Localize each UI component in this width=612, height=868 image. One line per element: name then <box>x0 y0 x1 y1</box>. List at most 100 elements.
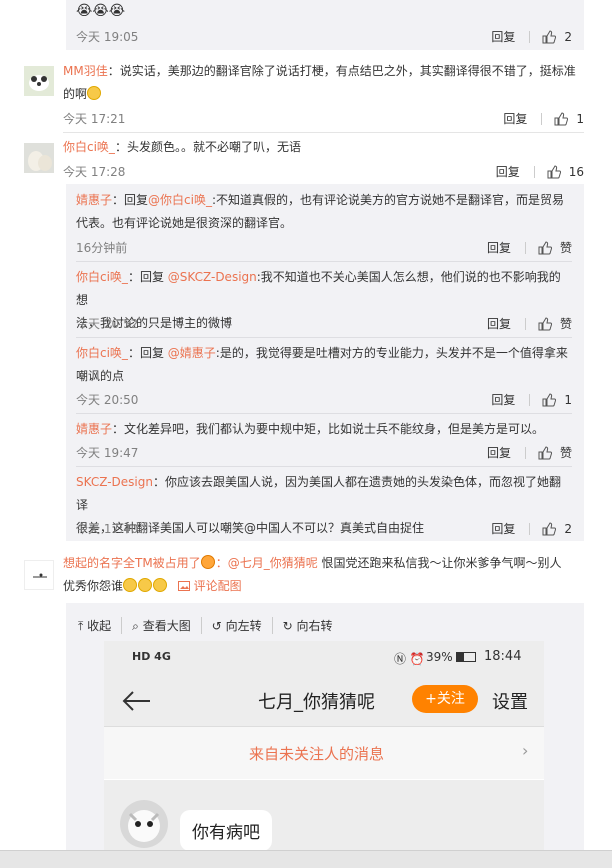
like-count: 1 <box>576 111 584 126</box>
reply-prefix: ：回复 <box>127 346 168 360</box>
divider <box>529 393 531 406</box>
message-bubble: 你有病吧 <box>180 810 272 851</box>
comment-body: ：头发颜色。。就不必嘲了叭，无语 <box>114 140 301 154</box>
comment-username[interactable]: 想起的名字全TM被占用了 <box>63 556 201 570</box>
collapse-label: 收起 <box>87 619 112 633</box>
reply-username[interactable]: 婧惠子 <box>76 193 112 207</box>
rotate-left-label: 向左转 <box>225 619 262 633</box>
divider <box>529 30 531 43</box>
mention-link[interactable]: @婧惠子 <box>168 346 216 360</box>
avatar[interactable] <box>24 143 54 173</box>
comment-body: 恨国党还跑来私信我～让你米爹争气啊～别人 <box>317 556 562 570</box>
battery-percent: 39% <box>426 650 453 664</box>
status-bar: HD 4G Ⓝ ⏰ 39% 18:44 <box>104 641 544 676</box>
like-button[interactable]: 赞 <box>538 315 572 332</box>
thumbs-up-icon <box>554 111 569 125</box>
mention-link[interactable]: @你白ci唤_ <box>148 193 212 207</box>
stranger-message-banner[interactable]: 来自未关注人的消息 › <box>104 727 544 779</box>
reply-button[interactable]: 回复 <box>487 239 511 256</box>
battery-icon <box>456 652 476 662</box>
rotate-left-icon: ↺ <box>211 619 222 633</box>
divider <box>524 241 526 254</box>
chat-title: 七月_你猜猜呢 <box>258 692 375 713</box>
reply-button[interactable]: 回复 <box>487 315 511 332</box>
divider <box>63 132 584 133</box>
reply-time: 今天 17:40 <box>76 522 139 536</box>
smile-emoji-icon <box>123 578 138 592</box>
reply-text: 你白ci唤_：回复 @婧惠子:是的，我觉得要是吐槽对方的专业能力，头发并不是一个… <box>76 342 572 388</box>
clock: 18:44 <box>484 649 522 664</box>
smile-emoji-icon <box>153 578 168 592</box>
reply-time: 16分钟前 <box>76 241 128 255</box>
avatar[interactable] <box>24 560 54 590</box>
reply-body-cont: 代表。也有评论说她是很资深的翻译官。 <box>76 216 293 230</box>
settings-button[interactable]: 设置 <box>492 688 528 714</box>
chevron-right-icon: › <box>522 741 529 760</box>
view-large-label: 查看大图 <box>142 619 191 633</box>
reply-time: 今天 20:52 <box>76 317 139 331</box>
search-icon: ⌕ <box>132 619 139 633</box>
collapse-button[interactable]: ⤒ 收起 <box>78 617 123 634</box>
avatar[interactable] <box>120 800 168 848</box>
reply-username[interactable]: SKCZ-Design <box>76 475 153 489</box>
reply-button[interactable]: 回复 <box>503 110 527 127</box>
comment-image[interactable]: HD 4G Ⓝ ⏰ 39% 18:44 七月_你猜猜呢 +关注 设置 来自未关注… <box>104 641 544 867</box>
like-count: 16 <box>568 164 584 179</box>
rotate-right-icon: ↻ <box>282 619 293 633</box>
banner-text: 来自未关注人的消息 <box>249 745 385 763</box>
prev-reply-row: 😭😭😭 今天 19:05 回复 2 <box>66 0 584 50</box>
like-label: 赞 <box>559 446 572 460</box>
reply-text: 婧惠子：回复@你白ci唤_:不知道真假的，也有评论说美方的官方说她不是翻译官，而… <box>76 189 572 235</box>
divider <box>76 466 572 467</box>
like-button[interactable]: 1 <box>542 393 572 407</box>
like-button[interactable]: 1 <box>554 112 584 126</box>
comment-text: MM羽佳：说实话，美那边的翻译官除了说话打梗，有点结巴之外，其实翻译得很不错了，… <box>63 60 583 106</box>
avatar[interactable] <box>24 66 54 96</box>
reply-button[interactable]: 回复 <box>491 520 515 537</box>
comment-username[interactable]: MM羽佳 <box>63 64 108 78</box>
reply-button[interactable]: 回复 <box>496 163 520 180</box>
reply-username[interactable]: 你白ci唤_ <box>76 270 128 284</box>
like-button[interactable]: 赞 <box>538 239 572 256</box>
comment-time: 今天 17:28 <box>63 165 126 179</box>
divider <box>533 165 535 178</box>
divider <box>529 522 531 535</box>
mention-link[interactable]: ：@七月_你猜猜呢 <box>216 556 318 570</box>
signal-label: HD 4G <box>132 650 171 663</box>
mention-link[interactable]: @SKCZ-Design <box>168 270 257 284</box>
like-button[interactable]: 2 <box>542 30 572 44</box>
comment-text: 想起的名字全TM被占用了 ：@七月_你猜猜呢 恨国党还跑来私信我～让你米爹争气啊～… <box>63 552 583 598</box>
rotate-right-button[interactable]: ↻ 向右转 <box>273 617 343 634</box>
follow-button[interactable]: +关注 <box>412 685 478 713</box>
reply-time: 今天 19:05 <box>76 30 139 44</box>
view-large-button[interactable]: ⌕ 查看大图 <box>122 617 202 634</box>
image-toolbar: ⤒ 收起 ⌕ 查看大图 ↺ 向左转 ↻ 向右转 <box>78 617 343 634</box>
image-link-label: 评论配图 <box>193 579 242 593</box>
divider <box>76 413 572 414</box>
reply-button[interactable]: 回复 <box>487 444 511 461</box>
like-button[interactable]: 2 <box>542 522 572 536</box>
comment-image-link[interactable]: 评论配图 <box>177 579 242 593</box>
chat-header: 七月_你猜猜呢 +关注 设置 <box>104 676 544 727</box>
laugh-emoji-icon <box>87 86 102 100</box>
rotate-left-button[interactable]: ↺ 向左转 <box>202 617 273 634</box>
comment-username[interactable]: 你白ci唤_ <box>63 140 115 154</box>
thumbs-up-icon <box>538 445 552 459</box>
member-badge-icon <box>200 555 215 569</box>
comment-time: 今天 17:21 <box>63 112 126 126</box>
window-bottom-bar <box>0 850 612 868</box>
reply-button[interactable]: 回复 <box>491 391 515 408</box>
like-button[interactable]: 赞 <box>538 444 572 461</box>
reply-prefix: ：回复 <box>127 270 168 284</box>
smile-emoji-icon <box>138 578 153 592</box>
like-label: 赞 <box>559 317 572 331</box>
reply-username[interactable]: 婧惠子 <box>76 422 112 436</box>
rotate-right-label: 向右转 <box>296 619 333 633</box>
back-arrow-icon[interactable] <box>122 690 152 712</box>
thumbs-up-icon <box>542 392 557 406</box>
crying-emojis: 😭😭😭 <box>76 3 126 19</box>
reply-button[interactable]: 回复 <box>491 28 515 45</box>
thumbs-up-icon <box>547 164 561 178</box>
reply-username[interactable]: 你白ci唤_ <box>76 346 128 360</box>
like-button[interactable]: 16 <box>547 165 584 179</box>
